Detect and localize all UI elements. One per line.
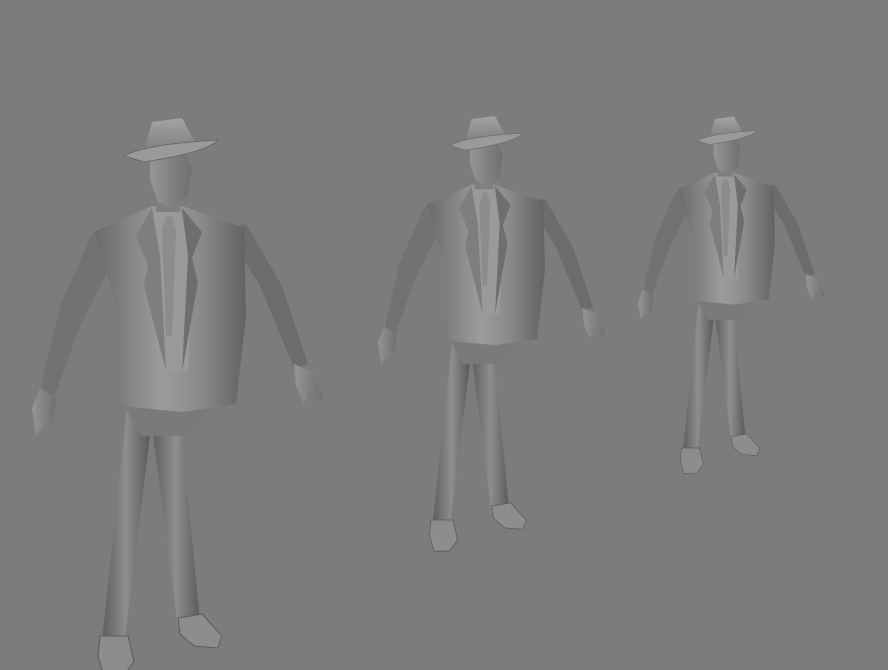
character-model-1[interactable]	[31, 117, 325, 670]
character-model-3[interactable]	[637, 116, 826, 474]
scene-canvas[interactable]	[0, 0, 888, 670]
character-model-2[interactable]	[377, 115, 607, 552]
3d-viewport[interactable]	[0, 0, 888, 670]
